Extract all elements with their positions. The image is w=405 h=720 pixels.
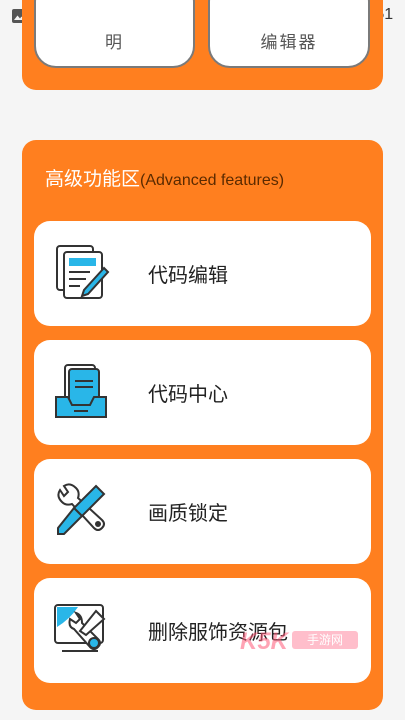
- basic-feature-button-left[interactable]: 明: [34, 0, 195, 68]
- quality-lock-button[interactable]: 画质锁定: [34, 459, 371, 564]
- watermark-text: 手游网: [292, 631, 358, 649]
- basic-feature-label-left: 明: [105, 33, 124, 53]
- watermark-logo: K5K 手游网: [240, 628, 358, 656]
- quality-lock-label: 画质锁定: [148, 501, 228, 525]
- panel-title: 高级功能区(Advanced features): [45, 164, 284, 191]
- basic-feature-label-right: 编辑器: [260, 33, 318, 53]
- code-center-label: 代码中心: [148, 382, 228, 406]
- delete-skin-pack-icon: [54, 604, 106, 652]
- watermark-brand: K5K: [240, 628, 289, 655]
- code-center-button[interactable]: 代码中心: [34, 340, 371, 445]
- basic-feature-button-right[interactable]: 编辑器: [208, 0, 370, 68]
- basic-features-panel: 明 编辑器: [22, 0, 383, 90]
- code-edit-icon: [56, 245, 110, 299]
- code-edit-label: 代码编辑: [148, 263, 228, 287]
- quality-lock-icon: [57, 483, 106, 535]
- panel-title-text: 高级功能区: [45, 168, 141, 190]
- panel-subtitle: (Advanced features): [140, 172, 285, 189]
- code-edit-button[interactable]: 代码编辑: [34, 221, 371, 326]
- code-center-icon: [55, 364, 107, 418]
- advanced-features-panel: 高级功能区(Advanced features) 代码编辑 代码中心 画质锁定 …: [22, 140, 383, 710]
